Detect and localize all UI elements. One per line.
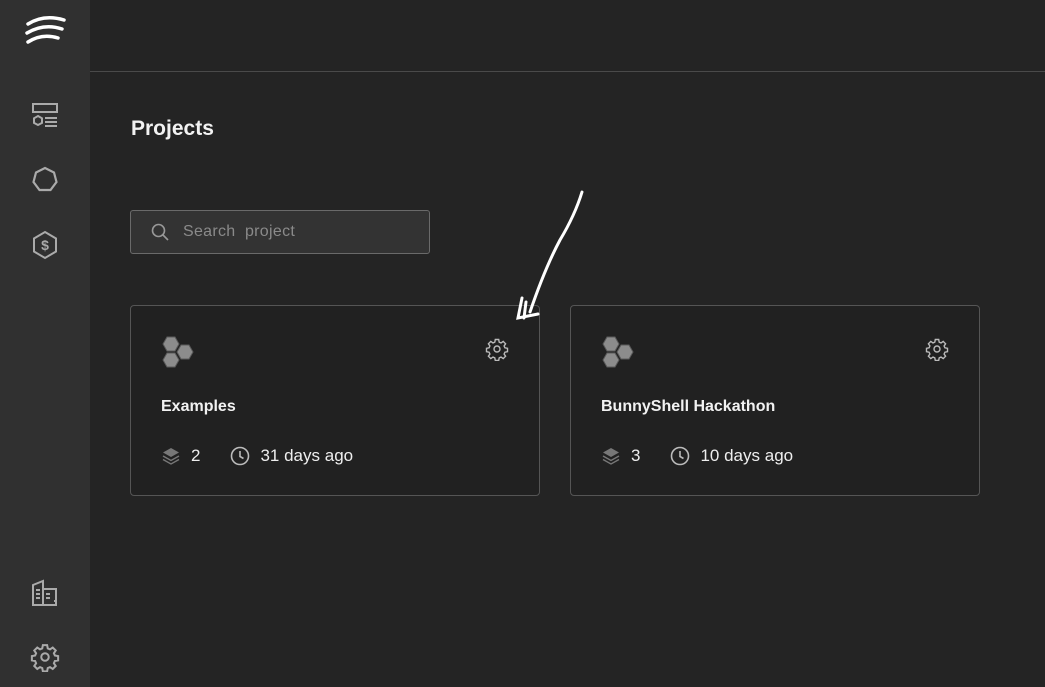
layers-icon <box>602 448 620 465</box>
search-box[interactable] <box>130 210 430 254</box>
environment-count: 2 <box>191 446 201 465</box>
sidebar-item-billing[interactable]: $ <box>29 229 61 261</box>
clock-icon <box>231 446 250 466</box>
search-icon <box>151 223 169 241</box>
project-meta: 3 10 days ago <box>601 446 793 466</box>
search-input[interactable] <box>183 223 423 241</box>
page-title: Projects <box>131 117 214 140</box>
gear-icon <box>30 644 60 672</box>
building-icon <box>32 579 57 606</box>
layers-icon <box>162 448 180 465</box>
clock-icon <box>671 446 690 466</box>
project-name: Examples <box>161 398 236 415</box>
layout-icon <box>32 103 58 127</box>
project-logo-icon <box>162 336 194 368</box>
project-settings-gear-icon[interactable] <box>925 337 949 361</box>
logo-icon[interactable] <box>24 14 68 46</box>
sidebar: $ <box>0 0 90 687</box>
svg-text:$: $ <box>41 237 49 253</box>
sidebar-item-dashboard[interactable] <box>29 99 61 131</box>
environment-count: 3 <box>631 446 641 465</box>
project-card[interactable]: Examples 2 31 days ago <box>130 305 540 496</box>
last-updated: 31 days ago <box>260 446 354 465</box>
project-meta: 2 31 days ago <box>161 446 353 466</box>
project-name: BunnyShell Hackathon <box>601 398 776 415</box>
heptagon-icon <box>32 166 58 192</box>
project-settings-gear-icon[interactable] <box>485 337 509 361</box>
dollar-hex-icon: $ <box>33 230 57 260</box>
sidebar-item-components[interactable] <box>29 164 61 196</box>
last-updated: 10 days ago <box>700 446 794 465</box>
sidebar-item-settings[interactable] <box>29 641 61 673</box>
project-card[interactable]: BunnyShell Hackathon 3 10 days ago <box>570 305 980 496</box>
top-bar <box>90 0 1045 72</box>
project-logo-icon <box>602 336 634 368</box>
sidebar-item-organization[interactable] <box>29 577 61 609</box>
